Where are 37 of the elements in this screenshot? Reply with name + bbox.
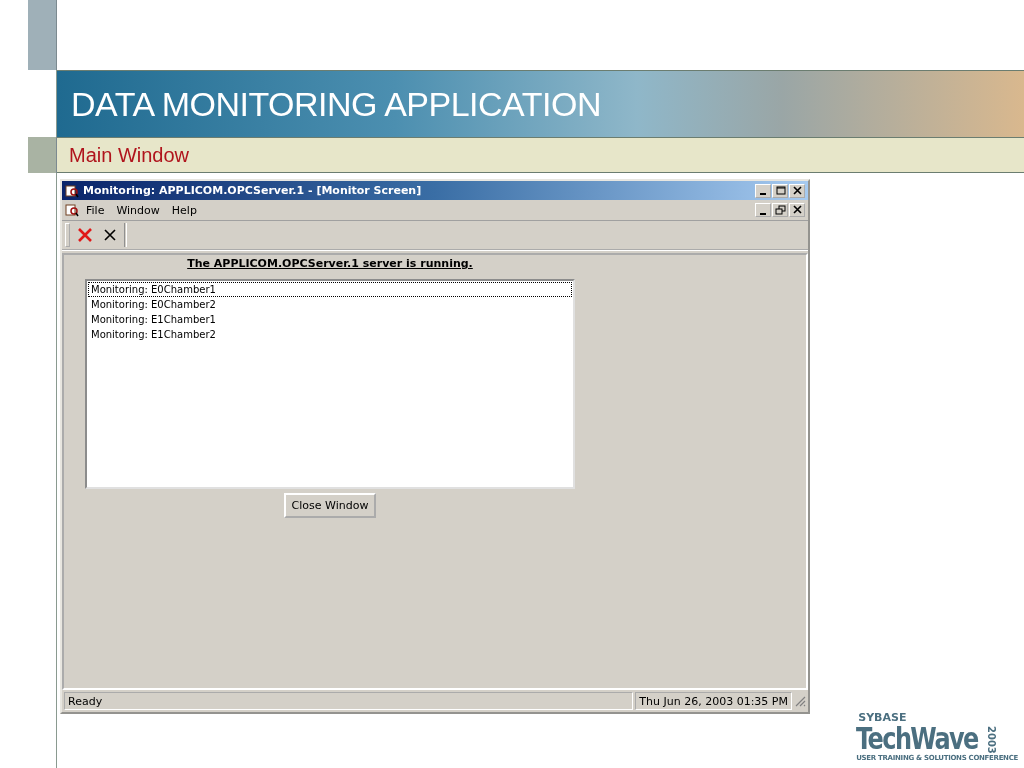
restore-button[interactable] [772, 203, 788, 217]
close-icon [102, 227, 118, 243]
toolbar-grip [65, 223, 70, 247]
server-status-text: The APPLICOM.OPCServer.1 server is running. [187, 257, 473, 270]
minimize-button[interactable] [755, 183, 771, 198]
restore-icon [774, 205, 786, 215]
minimize-icon [760, 193, 766, 195]
close-button[interactable] [789, 203, 805, 217]
minimize-button[interactable] [755, 203, 771, 217]
close-icon [791, 185, 803, 196]
resize-grip-icon [794, 695, 806, 707]
window-title: Monitoring: APPLICOM.OPCServer.1 - [Monitor Screen] [83, 184, 423, 197]
close-icon [791, 205, 803, 215]
slide-title: DATA MONITORING APPLICATION [71, 84, 601, 124]
app-icon [65, 203, 79, 217]
list-item[interactable]: Monitoring: E1Chamber1 [88, 312, 572, 327]
minimize-icon [760, 212, 766, 215]
accent-block [28, 137, 57, 173]
close-button[interactable] [789, 183, 805, 198]
close-icon [76, 226, 94, 244]
close-window-button[interactable]: Close Window [283, 493, 377, 518]
logo-name: TechWave [856, 724, 978, 754]
logo-year: 2003 [986, 726, 998, 754]
status-pane: Thu Jun 26, 2003 01:35 PM [635, 692, 792, 710]
slide-subtitle: Main Window [69, 143, 190, 167]
max-icon [774, 185, 786, 196]
menu-item[interactable]: Help [166, 202, 202, 218]
list-item[interactable]: Monitoring: E1Chamber2 [88, 327, 572, 342]
maximize-button[interactable] [772, 183, 788, 198]
app-icon [65, 183, 79, 198]
accent-block [28, 0, 57, 70]
list-item[interactable]: Monitoring: E0Chamber2 [88, 297, 572, 312]
status-pane: Ready [64, 692, 634, 710]
logo-brand: SYBASE [858, 711, 908, 724]
menu-item[interactable]: File [81, 202, 110, 218]
list-item[interactable]: Monitoring: E0Chamber1 [88, 282, 572, 297]
menu-item[interactable]: Window [111, 202, 165, 218]
